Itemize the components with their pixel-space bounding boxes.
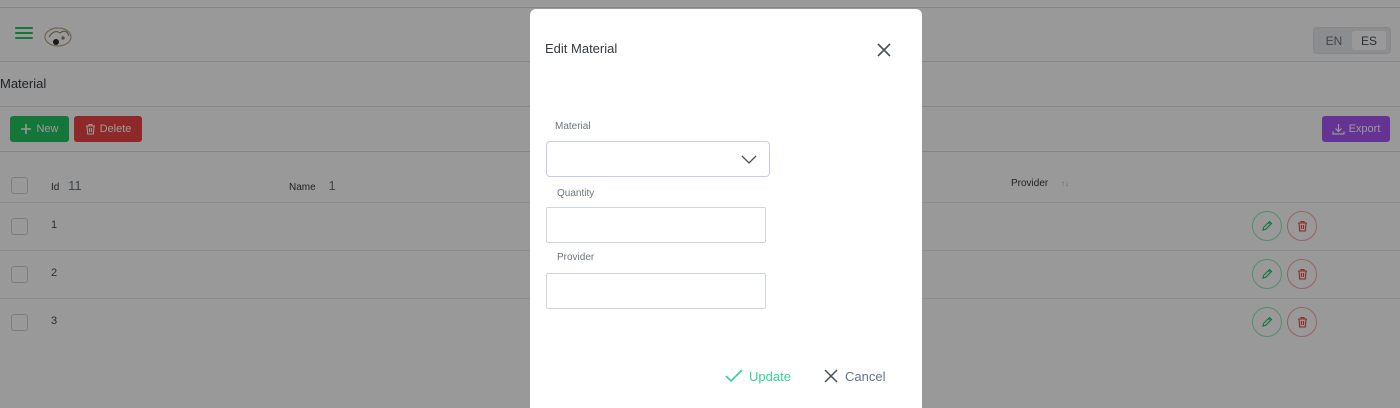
quantity-field[interactable] <box>546 207 766 243</box>
provider-field[interactable] <box>546 273 766 309</box>
material-dropdown[interactable] <box>546 141 770 177</box>
cancel-button[interactable]: Cancel <box>823 366 885 386</box>
update-button-label: Update <box>749 368 791 384</box>
update-button[interactable]: Update <box>725 366 791 386</box>
close-icon[interactable] <box>874 40 894 60</box>
quantity-label: Quantity <box>557 188 595 199</box>
close-icon <box>824 369 838 383</box>
dialog-title: Edit Material <box>545 41 618 56</box>
chevron-down-icon <box>741 155 757 164</box>
edit-material-dialog: Edit Material Material Quantity Provider… <box>530 9 922 408</box>
provider-label: Provider <box>557 252 595 263</box>
cancel-button-label: Cancel <box>845 368 886 384</box>
check-icon <box>725 369 743 383</box>
material-label: Material <box>555 121 591 132</box>
